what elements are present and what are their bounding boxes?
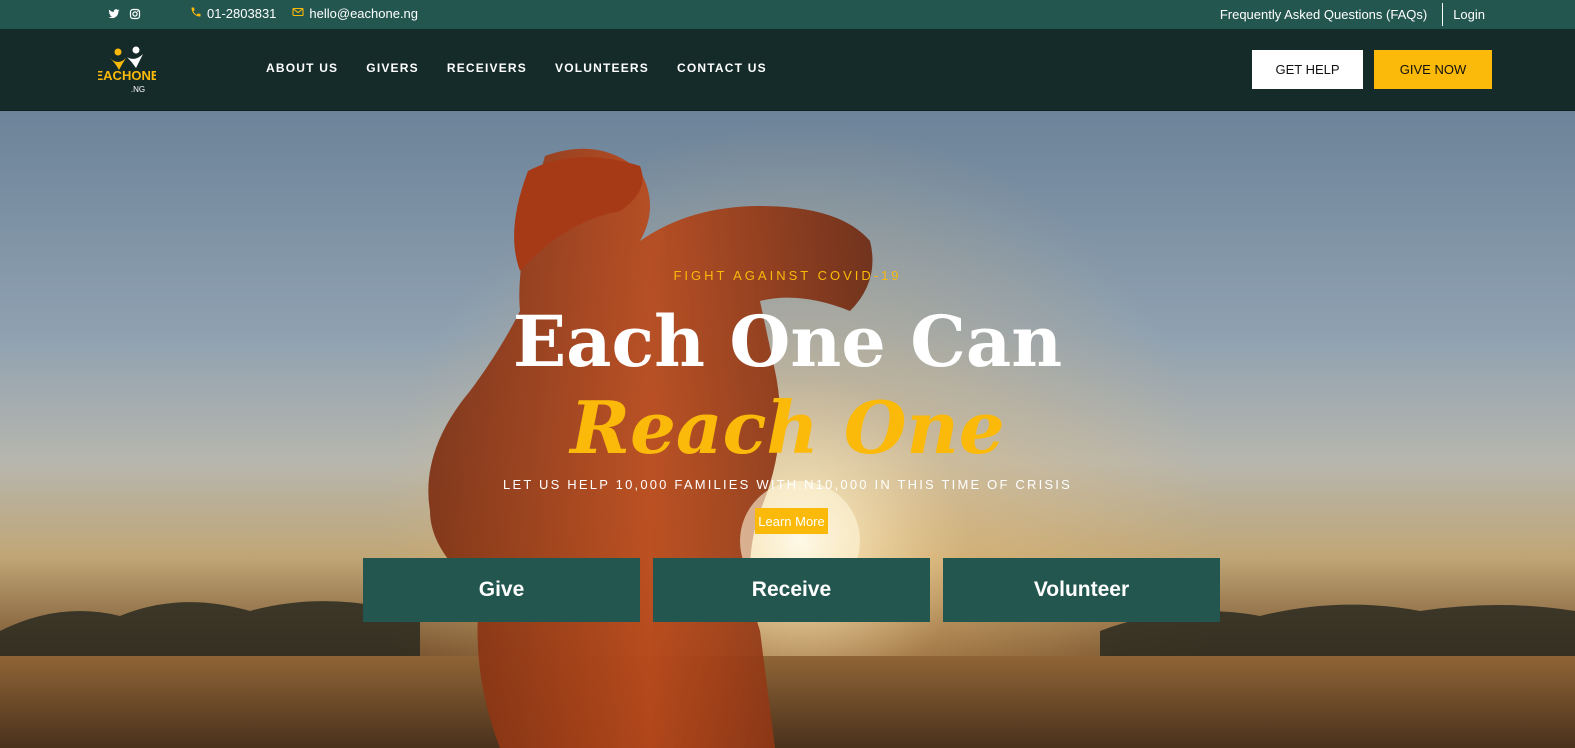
login-link[interactable]: Login — [1443, 7, 1485, 22]
phone-number: 01-2803831 — [207, 6, 277, 21]
top-bar: 01-2803831 hello@eachone.ng Frequently A… — [0, 0, 1575, 29]
mail-icon — [292, 6, 304, 21]
twitter-icon[interactable] — [108, 8, 120, 20]
logo-suffix: .NG — [131, 85, 145, 94]
give-cta-button[interactable]: Give — [363, 558, 640, 622]
logo-wordmark: EACHONE — [98, 68, 156, 83]
nav-contact-us[interactable]: CONTACT US — [677, 61, 767, 75]
hero-kicker: FIGHT AGAINST COVID-19 — [673, 268, 902, 283]
nav-volunteers[interactable]: VOLUNTEERS — [555, 61, 649, 75]
nav-links: ABOUT US GIVERS RECEIVERS VOLUNTEERS CON… — [266, 61, 767, 75]
phone-contact[interactable]: 01-2803831 — [190, 6, 276, 21]
email-address: hello@eachone.ng — [309, 6, 419, 21]
hero-headline-line2: Reach One — [570, 385, 1005, 470]
eachone-logo[interactable]: EACHONE .NG — [94, 44, 160, 96]
hero-subtitle: LET US HELP 10,000 FAMILIES WITH N10,000… — [503, 477, 1072, 492]
nav-about-us[interactable]: ABOUT US — [266, 61, 338, 75]
hero-headline-line1: Each One Can — [512, 300, 1063, 383]
social-links — [108, 8, 141, 20]
hero-content: FIGHT AGAINST COVID-19 Each One Can Reac… — [0, 111, 1575, 748]
nav-givers[interactable]: GIVERS — [366, 61, 419, 75]
receive-cta-button[interactable]: Receive — [653, 558, 930, 622]
get-help-button[interactable]: GET HELP — [1252, 50, 1363, 89]
volunteer-cta-button[interactable]: Volunteer — [943, 558, 1220, 622]
main-nav: EACHONE .NG ABOUT US GIVERS RECEIVERS VO… — [0, 29, 1575, 111]
faq-link[interactable]: Frequently Asked Questions (FAQs) — [1220, 7, 1442, 22]
email-contact[interactable]: hello@eachone.ng — [292, 6, 418, 21]
give-now-button[interactable]: GIVE NOW — [1374, 50, 1492, 89]
hero-section: FIGHT AGAINST COVID-19 Each One Can Reac… — [0, 111, 1575, 748]
instagram-icon[interactable] — [129, 8, 141, 20]
phone-icon — [190, 6, 202, 21]
contact-info: 01-2803831 hello@eachone.ng — [190, 6, 418, 21]
top-bar-links: Frequently Asked Questions (FAQs) Login — [1220, 3, 1485, 26]
learn-more-button[interactable]: Learn More — [755, 508, 828, 534]
nav-receivers[interactable]: RECEIVERS — [447, 61, 527, 75]
